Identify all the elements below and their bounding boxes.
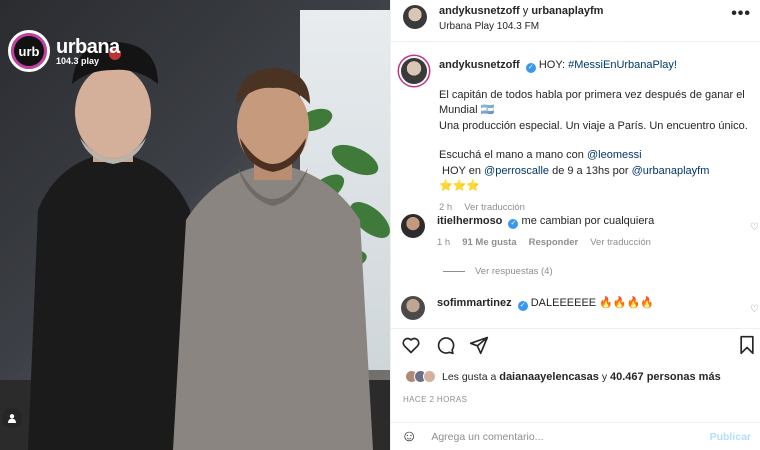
logo-sub: 104.3 play	[56, 55, 100, 66]
person-right	[173, 68, 373, 450]
mention-perroscalle[interactable]: @perroscalle	[484, 165, 549, 177]
comment-text: itielhermoso ✓ me cambian por cualquiera	[437, 214, 747, 230]
header-divider	[391, 41, 760, 42]
view-replies-label: Ver respuestas (4)	[475, 266, 553, 277]
comment-like-heart-icon[interactable]: ♡	[750, 222, 759, 233]
caption-translate-link[interactable]: Ver traducción	[464, 202, 525, 213]
likes-count[interactable]: 40.467 personas más	[610, 371, 721, 383]
emoji-icon[interactable]: ☺	[401, 428, 417, 446]
author-username[interactable]: andykusnetzoff	[439, 5, 520, 17]
comment-like-heart-icon[interactable]: ♡	[750, 304, 759, 315]
caption-avatar[interactable]	[401, 58, 427, 84]
like-heart-icon[interactable]	[401, 335, 421, 355]
logo-mark: urb	[8, 30, 50, 72]
comment-reply-button[interactable]: Responder	[529, 237, 579, 248]
publish-button[interactable]: Publicar	[710, 431, 751, 443]
comments-section: andykusnetzoff ✓ HOY: #MessiEnUrbanaPlay…	[391, 50, 760, 328]
comment-avatar[interactable]	[401, 214, 425, 238]
caption-username[interactable]: andykusnetzoff	[439, 59, 520, 71]
caption-text: andykusnetzoff ✓ HOY: #MessiEnUrbanaPlay…	[439, 58, 749, 74]
verified-badge-icon: ✓	[525, 63, 536, 73]
comment-likes[interactable]: 91 Me gusta	[462, 237, 516, 248]
liker-avatar	[423, 370, 436, 383]
comment-body: sofimmartinez ✓ DALEEEEEE 🔥🔥🔥🔥	[437, 296, 747, 320]
coauthor-username[interactable]: urbanaplayfm	[531, 5, 603, 17]
caption-line2: Una producción especial. Un viaje a Parí…	[439, 119, 748, 132]
caption-line3-pre: Escuchá el mano a mano con	[439, 149, 587, 161]
comment-meta: 1 h 91 Me gusta Responder Ver traducción	[437, 237, 747, 248]
comment-content: DALEEEEEE 🔥🔥🔥🔥	[530, 297, 654, 309]
comment-item: itielhermoso ✓ me cambian por cualquiera…	[401, 214, 747, 248]
post-authors: andykusnetzoff y urbanaplayfm Urbana Pla…	[439, 5, 603, 32]
post-date[interactable]: HACE 2 HORAS	[403, 395, 467, 404]
actions-divider	[391, 328, 760, 329]
comment-username[interactable]: itielhermoso	[437, 215, 502, 227]
comment-bubble-icon[interactable]	[435, 335, 455, 355]
caption-intro: HOY:	[538, 59, 569, 71]
likes-user[interactable]: daianaayelencasas	[499, 371, 599, 383]
caption-line1: El capitán de todos habla por primera ve…	[439, 88, 745, 117]
caption: andykusnetzoff ✓ HOY: #MessiEnUrbanaPlay…	[401, 58, 749, 213]
comment-content: me cambian por cualquiera	[521, 215, 655, 227]
view-replies-button[interactable]: Ver respuestas (4)	[443, 266, 553, 277]
likes-summary: Les gusta a daianaayelencasas y 40.467 p…	[405, 370, 721, 383]
comment-input[interactable]	[431, 430, 682, 443]
post-header: andykusnetzoff y urbanaplayfm Urbana Pla…	[391, 0, 760, 36]
author-connector: y	[519, 5, 532, 17]
urbana-play-logo: urb urbana 104.3 play	[8, 30, 120, 72]
caption-meta: 2 h Ver traducción	[439, 202, 749, 213]
comment-text: sofimmartinez ✓ DALEEEEEE 🔥🔥🔥🔥	[437, 296, 747, 312]
comment-time: 1 h	[437, 236, 451, 248]
caption-time: 2 h	[439, 201, 453, 213]
caption-stars: ⭐⭐⭐	[439, 180, 481, 192]
more-options-icon[interactable]: •••	[731, 5, 751, 23]
caption-line3-post: de 9 a 13hs por	[549, 164, 632, 177]
mention-leomessi[interactable]: @leomessi	[587, 149, 642, 161]
verified-badge-icon: ✓	[517, 301, 528, 311]
save-bookmark-icon[interactable]	[738, 335, 756, 355]
caption-line3: Escuchá el mano a mano con @leomessi HOY…	[439, 148, 749, 195]
likes-mid: y	[598, 370, 610, 383]
comment-avatar[interactable]	[401, 296, 425, 320]
mention-urbanaplayfm[interactable]: @urbanaplayfm	[632, 165, 710, 177]
likes-prefix: Les gusta a	[442, 370, 500, 383]
post-actions	[401, 334, 756, 356]
comment-body: itielhermoso ✓ me cambian por cualquiera…	[437, 214, 747, 248]
comment-item: sofimmartinez ✓ DALEEEEEE 🔥🔥🔥🔥	[401, 296, 747, 320]
replies-line	[443, 271, 465, 272]
share-send-icon[interactable]	[469, 335, 489, 355]
verified-badge-icon: ✓	[508, 219, 519, 229]
comment-translate-link[interactable]: Ver traducción	[590, 237, 651, 248]
author-avatar[interactable]	[403, 5, 427, 29]
caption-line3-mid: HOY en	[439, 164, 485, 177]
logo-name: urbana	[56, 35, 120, 58]
post-photo[interactable]: urb urbana 104.3 play	[0, 0, 390, 450]
post-subtitle: Urbana Play 104.3 FM	[439, 21, 540, 32]
caption-body: andykusnetzoff ✓ HOY: #MessiEnUrbanaPlay…	[439, 58, 749, 213]
tagged-users-icon[interactable]	[2, 408, 22, 428]
comment-username[interactable]: sofimmartinez	[437, 297, 512, 309]
post-panel: andykusnetzoff y urbanaplayfm Urbana Pla…	[390, 0, 760, 450]
caption-hashtag[interactable]: #MessiEnUrbanaPlay!	[568, 59, 677, 71]
comment-composer: ☺ Publicar	[391, 422, 760, 450]
logo-wordmark: urbana 104.3 play	[56, 37, 120, 66]
likers-avatars[interactable]	[405, 370, 436, 383]
